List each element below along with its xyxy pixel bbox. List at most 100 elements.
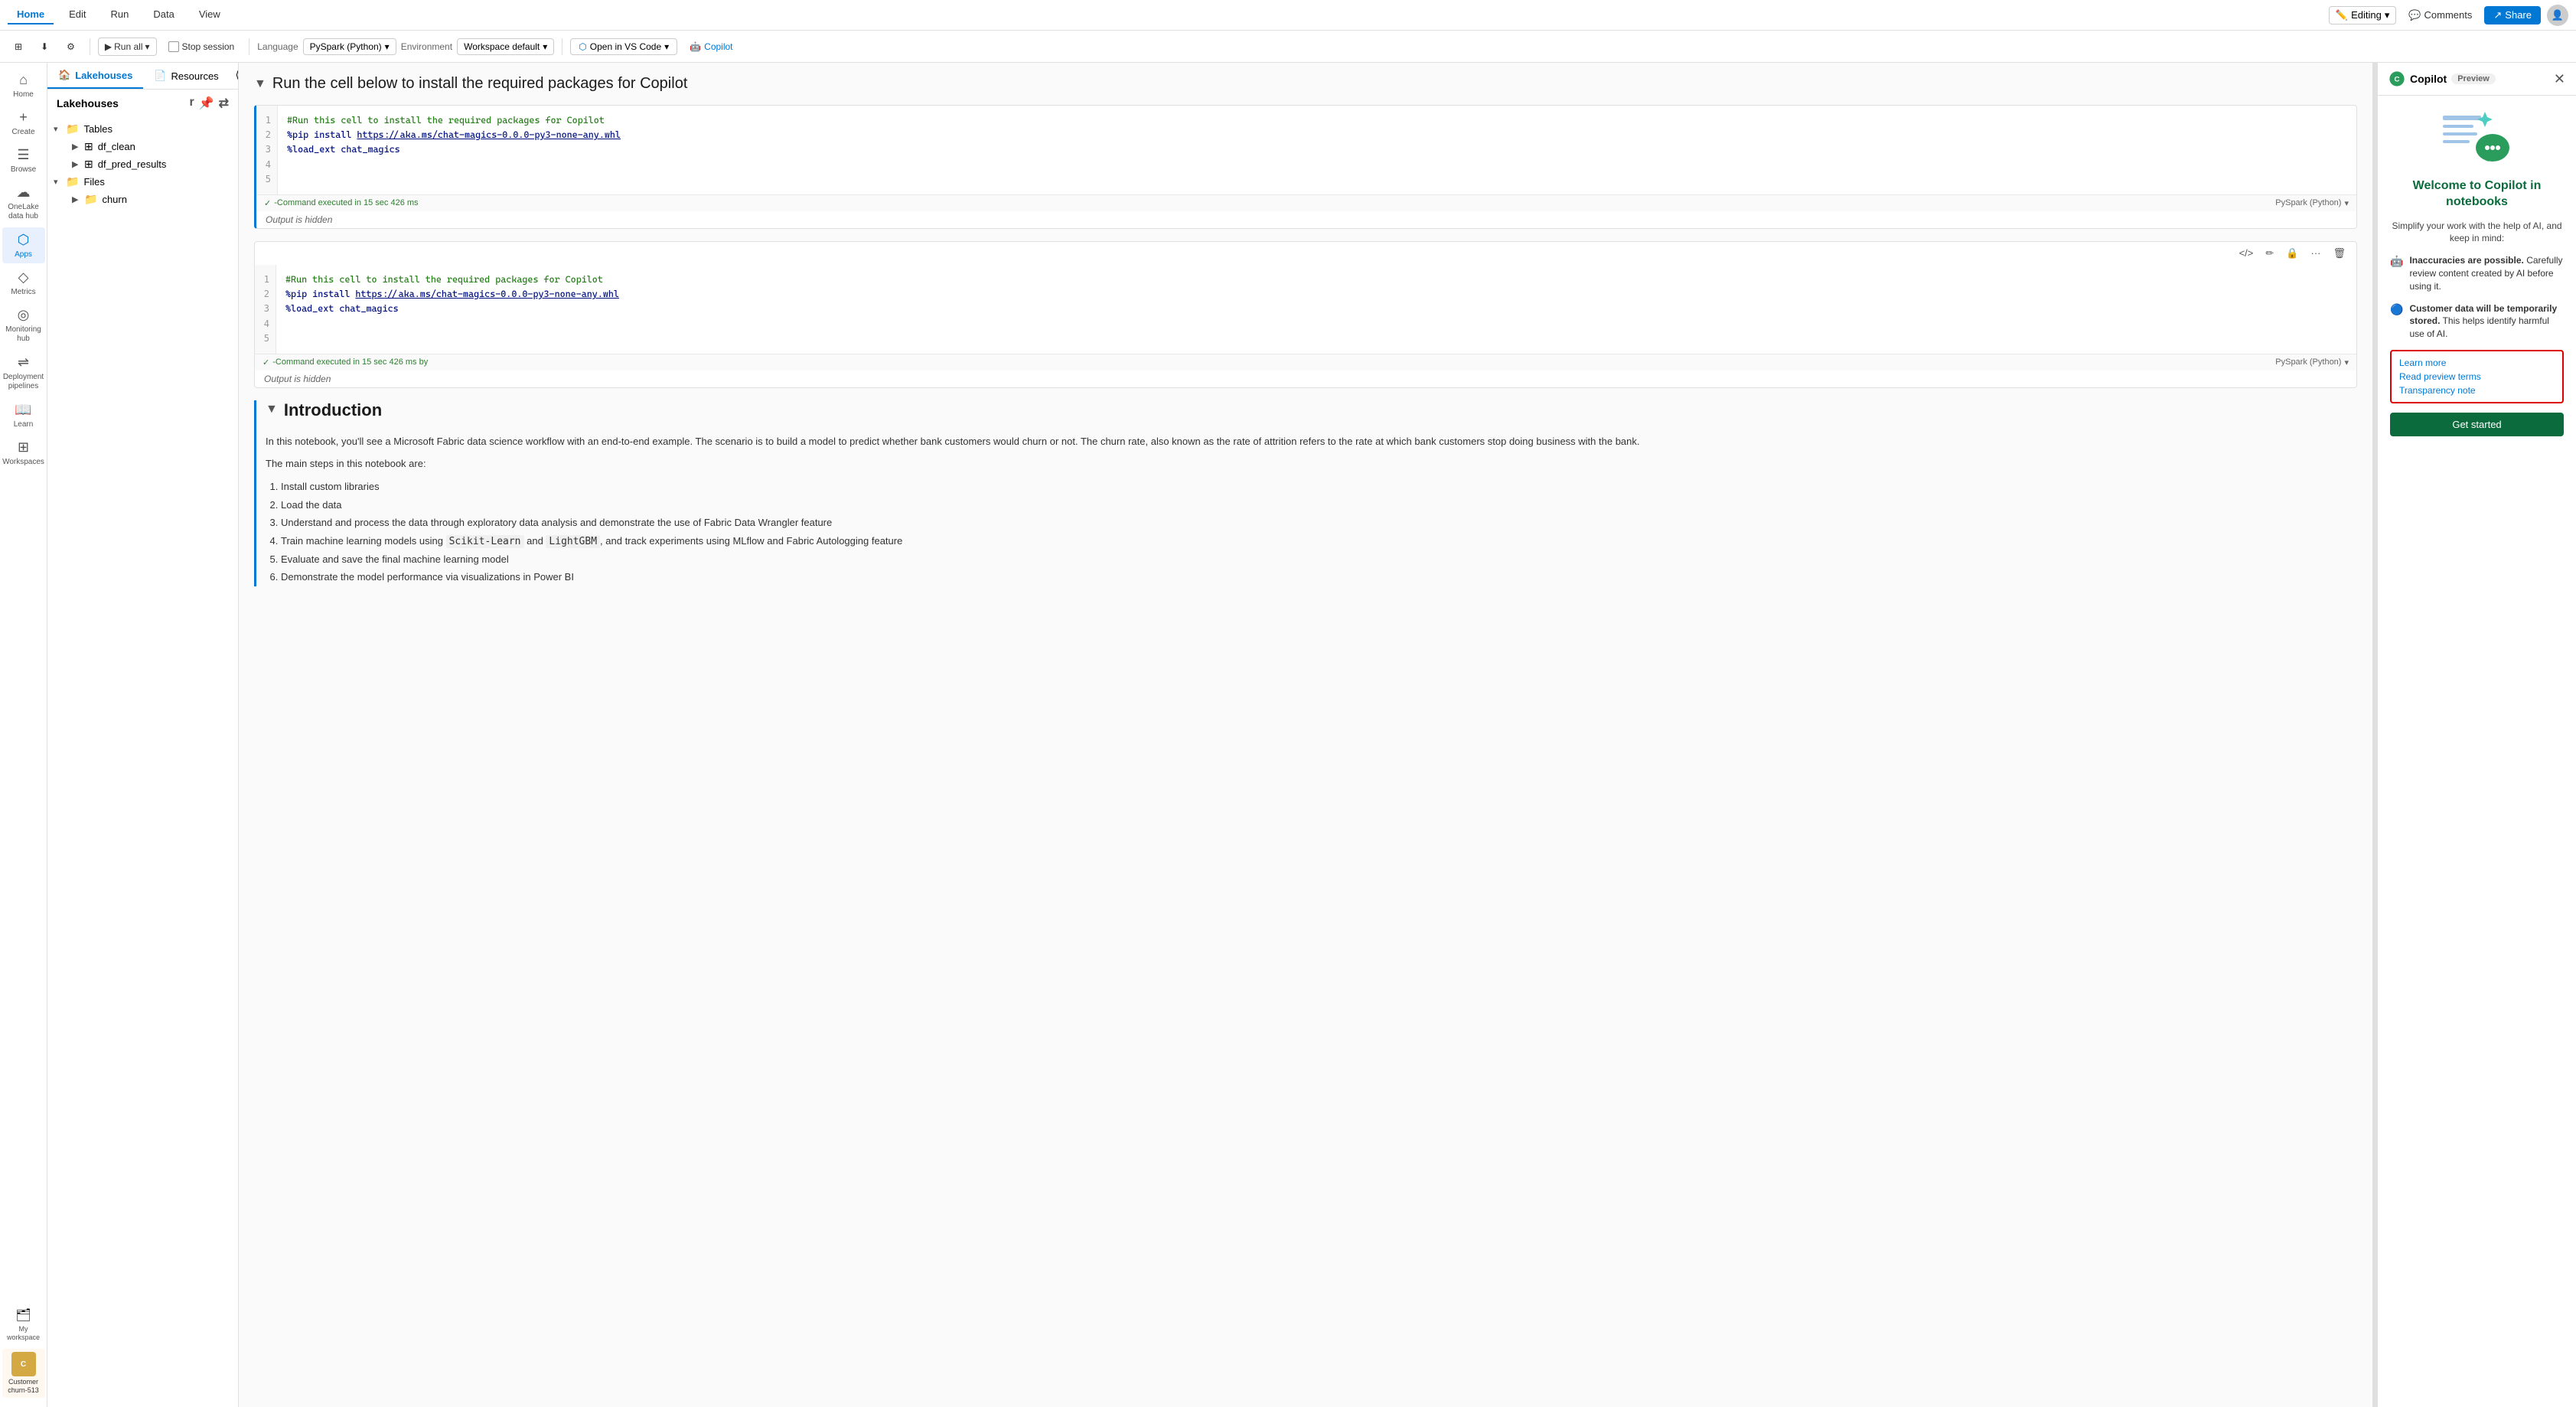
language-selector[interactable]: PySpark (Python) ▾ xyxy=(303,38,396,55)
tree-item-df-clean[interactable]: ▶ ⊞ df_clean xyxy=(47,138,238,155)
copilot-subtitle: Simplify your work with the help of AI, … xyxy=(2390,220,2564,246)
churn-caret-icon: ▶ xyxy=(72,194,81,204)
pin-icon[interactable]: 📌 xyxy=(199,96,214,111)
my-workspace-icon: 🗂 xyxy=(15,1307,31,1323)
filepanel-tab-lakehouses[interactable]: 🏠 Lakehouses xyxy=(47,63,143,89)
refresh-icon[interactable]: ⇄ xyxy=(219,96,229,111)
open-vscode-button[interactable]: ⬡ Open in VS Code ▾ xyxy=(570,38,677,55)
copilot-panel: C Copilot Preview ✕ xyxy=(2377,63,2576,1407)
tab-view[interactable]: View xyxy=(190,5,230,24)
sidebar-item-my-workspace[interactable]: 🗂 My workspace xyxy=(2,1303,45,1347)
files-folder-icon: 📁 xyxy=(66,175,79,188)
tree-item-files[interactable]: ▾ 📁 Files xyxy=(47,173,238,191)
metrics-icon: ◇ xyxy=(18,269,29,286)
copilot-info1-title: Inaccuracies are possible. xyxy=(2409,255,2523,266)
lakehouse-icon: 🏠 xyxy=(58,69,70,81)
transparency-note-link[interactable]: Transparency note xyxy=(2399,385,2555,396)
comments-button[interactable]: 💬 Comments xyxy=(2402,7,2478,24)
sidebar-item-create[interactable]: + Create xyxy=(2,105,45,141)
stop-session-button[interactable]: Stop session xyxy=(161,38,242,56)
sidebar-item-browse[interactable]: ☰ Browse xyxy=(2,142,45,178)
copilot-toolbar-button[interactable]: 🤖 Copilot xyxy=(682,39,740,54)
onelake-icon: ☁ xyxy=(17,184,31,201)
download-button[interactable]: ⬇ xyxy=(34,38,55,56)
cell-2-code-btn[interactable]: </> xyxy=(2235,245,2258,262)
churn-folder-icon: 📁 xyxy=(84,193,97,206)
cell-1-status: ✓ -Command executed in 15 sec 426 ms xyxy=(264,198,419,208)
cell-2-more-btn[interactable]: ··· xyxy=(2306,245,2325,262)
learn-more-link[interactable]: Learn more xyxy=(2399,357,2555,368)
copilot-info-2: 🔵 Customer data will be temporarily stor… xyxy=(2390,302,2564,341)
cell-2-edit-btn[interactable]: ✏ xyxy=(2261,245,2278,262)
copilot-header: C Copilot Preview ✕ xyxy=(2378,63,2576,96)
copilot-title-group: C Copilot Preview xyxy=(2389,70,2496,87)
filter-icon[interactable]: r xyxy=(189,96,194,111)
sidebar-item-apps[interactable]: ⬡ Apps xyxy=(2,227,45,263)
tab-edit[interactable]: Edit xyxy=(60,5,95,24)
tree-item-churn[interactable]: ▶ 📁 churn xyxy=(47,191,238,208)
tree-item-df-pred[interactable]: ▶ ⊞ df_pred_results xyxy=(47,155,238,173)
comment-icon: 💬 xyxy=(2408,9,2421,21)
tab-run[interactable]: Run xyxy=(102,5,139,24)
cell-2-lock-btn[interactable]: 🔒 xyxy=(2281,245,2303,262)
step-1: Install custom libraries xyxy=(281,478,2357,495)
code-cell-1-body: 12345 #Run this cell to install the requ… xyxy=(256,106,2356,194)
tree-item-tables[interactable]: ▾ 📁 Tables xyxy=(47,120,238,138)
code-cell-2-content[interactable]: #Run this cell to install the required p… xyxy=(276,265,2356,354)
code-cell-1-footer: ✓ -Command executed in 15 sec 426 ms PyS… xyxy=(256,194,2356,211)
stop-checkbox xyxy=(168,41,179,52)
tab-home[interactable]: Home xyxy=(8,5,54,24)
preview-terms-link[interactable]: Read preview terms xyxy=(2399,371,2555,382)
sidebar-item-deployment[interactable]: ⇌ Deployment pipelines xyxy=(2,350,45,396)
sidebar-item-customer[interactable]: C Customer churn-513 xyxy=(2,1349,45,1398)
vscode-chevron-icon: ▾ xyxy=(664,41,669,52)
sidebar-item-monitoring[interactable]: ◎ Monitoring hub xyxy=(2,302,45,348)
share-button[interactable]: ↗ Share xyxy=(2484,6,2541,24)
cell-2-delete-btn[interactable]: 🗑 xyxy=(2328,245,2350,262)
sidebar-item-onelake[interactable]: ☁ OneLake data hub xyxy=(2,180,45,226)
workspaces-icon: ⊞ xyxy=(18,439,29,455)
file-panel: 🏠 Lakehouses 📄 Resources ⟨⟩ Lakehouses r… xyxy=(47,63,239,1407)
code-cell-1-content[interactable]: #Run this cell to install the required p… xyxy=(278,106,2356,194)
section-1-toggle[interactable]: ▼ xyxy=(254,77,266,91)
cell-1-lang[interactable]: PySpark (Python) ▾ xyxy=(2275,198,2349,208)
collapse-panel-button[interactable]: ⟨⟩ xyxy=(230,63,239,89)
left-sidebar: ⌂ Home + Create ☰ Browse ☁ OneLake data … xyxy=(0,63,47,1407)
learn-icon: 📖 xyxy=(15,402,31,418)
vscode-icon: ⬡ xyxy=(579,41,586,52)
copilot-illustration xyxy=(2439,108,2516,169)
run-all-button[interactable]: ▶ Run all ▾ xyxy=(98,38,157,56)
environment-selector[interactable]: Workspace default ▾ xyxy=(457,38,554,55)
deployment-icon: ⇌ xyxy=(18,354,29,371)
format-button[interactable]: ⊞ xyxy=(8,38,29,56)
code-cell-2: </> ✏ 🔒 ··· 🗑 12345 #Run this cell to in… xyxy=(254,241,2357,388)
user-avatar[interactable]: 👤 xyxy=(2547,5,2568,26)
settings-button[interactable]: ⚙ xyxy=(60,38,82,56)
copilot-close-button[interactable]: ✕ xyxy=(2554,71,2565,87)
copilot-body: Welcome to Copilot in notebooks Simplify… xyxy=(2378,96,2576,1407)
monitoring-icon: ◎ xyxy=(18,307,30,323)
cell-2-lang[interactable]: PySpark (Python) ▾ xyxy=(2275,357,2349,367)
resources-icon: 📄 xyxy=(154,70,166,82)
intro-toggle[interactable]: ▼ xyxy=(266,403,278,416)
get-started-button[interactable]: Get started xyxy=(2390,413,2564,436)
browse-icon: ☰ xyxy=(17,147,29,163)
df-pred-caret-icon: ▶ xyxy=(72,159,81,169)
main-layout: ⌂ Home + Create ☰ Browse ☁ OneLake data … xyxy=(0,63,2576,1407)
copilot-title-text: Copilot xyxy=(2410,73,2447,85)
intro-header: ▼ Introduction xyxy=(266,400,2357,428)
sidebar-item-home[interactable]: ⌂ Home xyxy=(2,67,45,103)
filepanel-tab-resources[interactable]: 📄 Resources xyxy=(143,63,229,89)
cell-2-output: Output is hidden xyxy=(255,371,2356,387)
section-1-title: Run the cell below to install the requir… xyxy=(272,75,688,93)
filepanel-body: ▾ 📁 Tables ▶ ⊞ df_clean ▶ ⊞ df_pred_resu… xyxy=(47,117,238,1407)
sidebar-item-workspaces[interactable]: ⊞ Workspaces xyxy=(2,435,45,471)
cell-2-check-icon: ✓ xyxy=(262,357,269,367)
editing-button[interactable]: ✏️ Editing ▾ xyxy=(2329,6,2396,24)
sidebar-item-metrics[interactable]: ◇ Metrics xyxy=(2,265,45,301)
table-icon-1: ⊞ xyxy=(84,140,93,153)
tab-data[interactable]: Data xyxy=(144,5,183,24)
copilot-info-1: 🤖 Inaccuracies are possible. Carefully r… xyxy=(2390,254,2564,292)
svg-text:C: C xyxy=(2395,75,2400,83)
sidebar-item-learn[interactable]: 📖 Learn xyxy=(2,397,45,433)
